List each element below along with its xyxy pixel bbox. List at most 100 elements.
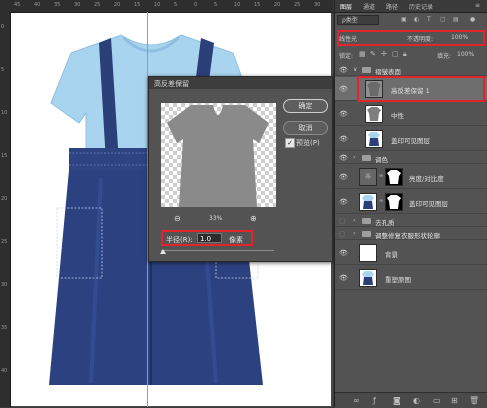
layer-name: 调整修复衣服形状轮廓 bbox=[375, 232, 440, 240]
layer-row[interactable]: 👁︎ 重塑原图 bbox=[335, 266, 487, 290]
delete-layer-icon[interactable]: 🗑︎ bbox=[469, 396, 479, 405]
layer-name: 中性 bbox=[391, 112, 404, 120]
visibility-eye-icon[interactable]: 👁︎ bbox=[339, 249, 348, 257]
zoom-in-icon[interactable]: ⊕ bbox=[250, 214, 257, 223]
layer-group-row[interactable]: ▢ › 去孔质 bbox=[335, 215, 487, 227]
layer-name: 亮度/对比度 bbox=[409, 175, 444, 183]
pixel-filter-icon[interactable]: ▣ bbox=[401, 16, 407, 23]
layer-row[interactable]: 👁︎ ∞ 盖印可见图层 bbox=[335, 190, 487, 214]
layer-group-row[interactable]: 👁︎ ∨ 褶皱表面 bbox=[335, 64, 487, 76]
zoom-value: 33% bbox=[209, 215, 223, 222]
ruler-mark: 35 bbox=[54, 2, 61, 8]
new-adjustment-icon[interactable]: ◐ bbox=[413, 396, 420, 405]
visibility-eye-icon[interactable]: 👁︎ bbox=[339, 110, 348, 118]
visibility-off-icon[interactable]: ▢ bbox=[339, 217, 346, 225]
radius-label: 半径(R): bbox=[166, 236, 193, 244]
smart-object-filter-icon[interactable]: ▤ bbox=[453, 16, 459, 23]
ruler-mark: 0 bbox=[1, 24, 5, 30]
visibility-off-icon[interactable]: ▢ bbox=[339, 230, 346, 238]
ruler-mark: 20 bbox=[274, 2, 281, 8]
dialog-title-bar[interactable]: 高反差保留 bbox=[149, 77, 332, 89]
shape-filter-icon[interactable]: ▢ bbox=[440, 16, 446, 23]
layer-row[interactable]: 👁︎ 盖印可见图层 bbox=[335, 127, 487, 151]
tab-history[interactable]: 历史记录 bbox=[409, 2, 433, 11]
new-group-icon[interactable]: ▭ bbox=[433, 396, 441, 405]
layer-row[interactable]: 👁︎ 中性 bbox=[335, 102, 487, 126]
fx-icon[interactable]: ƒ bbox=[373, 396, 376, 405]
preview-checkbox[interactable]: ✓ bbox=[285, 138, 295, 148]
mask-thumbnail[interactable] bbox=[385, 193, 403, 211]
lock-position-icon[interactable]: ✛ bbox=[381, 50, 387, 58]
layer-group-row[interactable]: 👁︎ › 调色 bbox=[335, 152, 487, 164]
visibility-eye-icon[interactable]: 👁︎ bbox=[339, 154, 348, 162]
layer-name: 去孔质 bbox=[375, 219, 395, 227]
horizontal-ruler[interactable]: 45 40 35 30 25 20 15 10 5 0 5 10 15 20 2… bbox=[0, 0, 333, 13]
adjustment-filter-icon[interactable]: ◐ bbox=[414, 16, 419, 23]
panel-tabs: 图层 通道 路径 历史记录 ≡ bbox=[335, 0, 487, 13]
visibility-eye-icon[interactable]: 👁︎ bbox=[339, 135, 348, 143]
radius-input[interactable]: 1.0 bbox=[197, 233, 222, 243]
type-filter-icon[interactable]: T bbox=[427, 16, 431, 23]
adjustment-icon: ☼ bbox=[359, 168, 377, 186]
opacity-value[interactable]: 100% bbox=[451, 34, 468, 41]
tab-layers[interactable]: 图层 bbox=[340, 2, 352, 11]
layer-name: 褶皱表面 bbox=[375, 68, 401, 76]
zoom-out-icon[interactable]: ⊖ bbox=[174, 214, 181, 223]
panel-menu-icon[interactable]: ≡ bbox=[475, 2, 480, 9]
garment-thumbnail bbox=[362, 271, 374, 285]
chevron-right-icon[interactable]: › bbox=[353, 154, 355, 161]
lock-pixels-icon[interactable]: ✎ bbox=[370, 50, 376, 58]
chevron-down-icon[interactable]: ∨ bbox=[353, 66, 357, 73]
visibility-eye-icon[interactable]: 👁︎ bbox=[339, 66, 348, 74]
lock-transparency-icon[interactable]: ▦ bbox=[359, 50, 366, 58]
filter-toggle-icon[interactable]: ● bbox=[470, 16, 475, 23]
lock-all-icon[interactable]: 🔒︎ bbox=[403, 50, 407, 59]
layer-row[interactable]: 👁︎ 背景 bbox=[335, 241, 487, 265]
lock-artboard-icon[interactable]: ▢ bbox=[392, 50, 399, 58]
layer-name: 重塑原图 bbox=[385, 276, 411, 284]
layer-name: 调色 bbox=[375, 156, 388, 164]
visibility-eye-icon[interactable]: 👁︎ bbox=[339, 173, 348, 181]
chevron-right-icon[interactable]: › bbox=[353, 230, 355, 237]
add-mask-icon[interactable]: ◙ bbox=[393, 396, 401, 405]
mask-thumbnail[interactable] bbox=[385, 168, 403, 186]
radius-slider-track[interactable] bbox=[161, 250, 274, 251]
folder-icon bbox=[362, 67, 371, 73]
adjustment-layer-row[interactable]: 👁︎ ☼ ∞ 亮度/对比度 bbox=[335, 165, 487, 189]
ruler-mark: 0 bbox=[194, 2, 198, 8]
link-icon: ∞ bbox=[379, 173, 384, 179]
blend-row: 线性光 不透明度: 100% bbox=[339, 33, 486, 45]
ruler-mark: 15 bbox=[254, 2, 261, 8]
blend-mode-select[interactable]: 线性光 bbox=[339, 34, 357, 43]
ruler-mark: 10 bbox=[1, 110, 8, 116]
ruler-mark: 25 bbox=[294, 2, 301, 8]
tab-paths[interactable]: 路径 bbox=[386, 2, 398, 11]
visibility-eye-icon[interactable]: 👁︎ bbox=[339, 274, 348, 282]
layer-thumbnail bbox=[359, 244, 377, 262]
ruler-mark: 5 bbox=[214, 2, 218, 8]
vertical-ruler[interactable]: 0 5 10 15 20 25 30 35 40 bbox=[0, 12, 11, 407]
fill-value[interactable]: 100% bbox=[457, 51, 474, 58]
preview-garment-silhouette bbox=[167, 105, 269, 207]
tab-channels[interactable]: 通道 bbox=[363, 2, 375, 11]
garment-thumbnail bbox=[367, 107, 381, 121]
ruler-mark: 25 bbox=[94, 2, 101, 8]
ruler-mark: 30 bbox=[1, 282, 8, 288]
chevron-right-icon[interactable]: › bbox=[353, 217, 355, 224]
folder-icon bbox=[362, 218, 371, 224]
folder-icon bbox=[362, 231, 371, 237]
filter-kind-select[interactable]: ρ类型 bbox=[337, 15, 379, 25]
layer-group-row[interactable]: ▢ › 调整修复衣服形状轮廓 bbox=[335, 228, 487, 240]
visibility-eye-icon[interactable]: 👁︎ bbox=[339, 85, 348, 93]
preview-thumbnail[interactable] bbox=[161, 103, 276, 207]
new-layer-icon[interactable]: ⊞ bbox=[451, 396, 458, 405]
ruler-mark: 5 bbox=[174, 2, 178, 8]
high-pass-dialog: 高反差保留 确定 取消 ✓ 预览(P) ⊖ 33% ⊕ 半径(R): 1.0 像… bbox=[148, 76, 333, 262]
radius-slider-handle[interactable] bbox=[160, 249, 166, 254]
link-layers-icon[interactable]: ∞ bbox=[353, 396, 360, 405]
visibility-eye-icon[interactable]: 👁︎ bbox=[339, 198, 348, 206]
ok-button[interactable]: 确定 bbox=[283, 99, 328, 113]
lock-row: 锁定: ▦ ✎ ✛ ▢ 🔒︎ 填充: 100% bbox=[339, 50, 486, 60]
cancel-button[interactable]: 取消 bbox=[283, 121, 328, 135]
mask-silhouette bbox=[387, 170, 401, 184]
